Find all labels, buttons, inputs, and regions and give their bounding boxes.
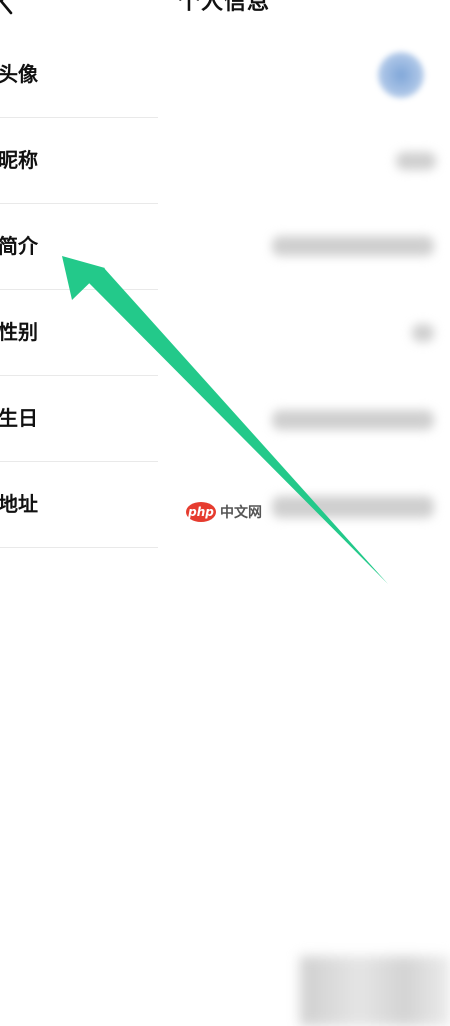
row-label-birthday: 生日 bbox=[0, 406, 38, 430]
gender-value-blurred bbox=[412, 324, 434, 342]
row-nickname[interactable]: 昵称 bbox=[0, 118, 450, 204]
divider bbox=[0, 547, 158, 548]
row-label-address: 地址 bbox=[0, 492, 38, 516]
bio-value-blurred bbox=[272, 236, 434, 256]
row-label-gender: 性别 bbox=[0, 320, 38, 344]
row-label-avatar: 头像 bbox=[0, 62, 38, 86]
address-value-blurred bbox=[272, 496, 434, 518]
watermark-logo: php bbox=[186, 502, 216, 522]
nickname-value-blurred bbox=[396, 152, 436, 170]
profile-info-list: 头像 昵称 简介 性别 生日 地址 bbox=[0, 32, 450, 548]
page-title: 个人信息 bbox=[178, 0, 271, 15]
birthday-value-blurred bbox=[272, 410, 434, 430]
row-gender[interactable]: 性别 bbox=[0, 290, 450, 376]
watermark: php 中文网 bbox=[186, 502, 262, 522]
row-label-nickname: 昵称 bbox=[0, 148, 38, 172]
row-label-bio: 简介 bbox=[0, 234, 38, 258]
chevron-left-icon[interactable] bbox=[0, 0, 20, 16]
avatar[interactable] bbox=[378, 52, 424, 98]
blurred-corner-region bbox=[300, 956, 450, 1026]
top-bar: 个人信息 bbox=[0, 0, 450, 34]
watermark-text: 中文网 bbox=[220, 505, 262, 521]
